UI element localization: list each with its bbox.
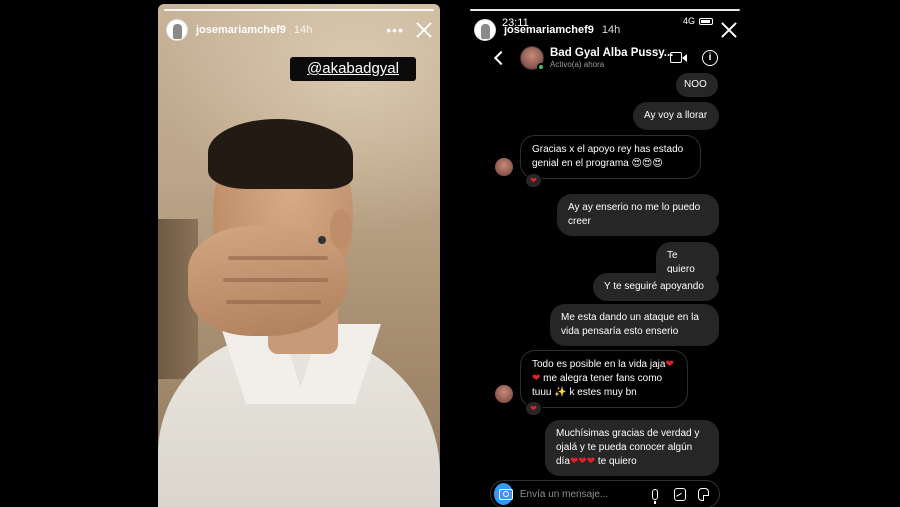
message-composer bbox=[490, 480, 720, 507]
gallery-icon[interactable] bbox=[674, 487, 686, 501]
message-text: Y te seguiré apoyando bbox=[604, 281, 704, 292]
message-text: Ay voy a llorar bbox=[644, 110, 708, 121]
chat-header: Bad Gyal Alba Pussy... Activo(a) ahora i bbox=[468, 40, 743, 76]
message-text: Gracias x el apoyo rey has estado genial… bbox=[532, 144, 684, 169]
status-bar-clock: 23:11 bbox=[502, 17, 529, 29]
heart-emoji: ❤❤❤ bbox=[569, 456, 596, 467]
message-bubble-sent[interactable]: Me esta dando un ataque en la vida pensa… bbox=[550, 304, 719, 346]
message-text: te quiero bbox=[595, 456, 637, 467]
video-call-icon[interactable] bbox=[670, 52, 682, 63]
chat-contact-status: Activo(a) ahora bbox=[550, 60, 605, 69]
message-bubble-sent[interactable]: NOO bbox=[676, 73, 718, 97]
close-icon[interactable] bbox=[416, 22, 432, 38]
chat-avatar[interactable] bbox=[520, 46, 545, 71]
online-status-dot bbox=[537, 63, 545, 71]
sender-avatar bbox=[495, 385, 513, 403]
sender-avatar bbox=[495, 158, 513, 176]
back-arrow-icon[interactable] bbox=[493, 50, 509, 66]
story-left: josemariamchef9 14h ••• @akabadgyal bbox=[158, 4, 440, 507]
microphone-icon[interactable] bbox=[651, 488, 659, 504]
person-ear bbox=[330, 209, 352, 249]
info-icon[interactable]: i bbox=[702, 50, 718, 66]
message-input[interactable] bbox=[519, 488, 652, 500]
story-header: josemariamchef9 14h ••• bbox=[166, 16, 432, 44]
message-bubble-sent[interactable]: Muchísimas gracias de verdad y ojalá y t… bbox=[545, 420, 719, 476]
camera-icon[interactable] bbox=[494, 483, 513, 505]
heart-reaction-icon[interactable]: ❤ bbox=[525, 401, 542, 416]
mention-sticker[interactable]: @akabadgyal bbox=[290, 57, 416, 81]
person-hair bbox=[208, 119, 353, 189]
message-text: NOO bbox=[684, 79, 707, 90]
finger-line bbox=[223, 278, 328, 282]
message-bubble-sent[interactable]: Y te seguiré apoyando bbox=[593, 273, 719, 301]
status-bar-indicators: 4G bbox=[683, 16, 713, 26]
person-shirt bbox=[158, 334, 440, 507]
message-bubble-sent[interactable]: Ay voy a llorar bbox=[633, 102, 719, 130]
close-icon[interactable] bbox=[721, 22, 737, 38]
avatar[interactable] bbox=[474, 19, 496, 41]
story-time: 14h bbox=[293, 24, 313, 36]
network-label: 4G bbox=[682, 16, 695, 26]
heart-reaction-icon[interactable]: ❤ bbox=[525, 173, 542, 188]
avatar[interactable] bbox=[166, 19, 188, 41]
message-bubble-sent[interactable]: Ay ay enserio no me lo puedo creer bbox=[557, 194, 719, 236]
message-text: Todo es posible en la vida jaja bbox=[532, 359, 666, 370]
message-text: Ay ay enserio no me lo puedo creer bbox=[568, 202, 701, 227]
message-text: me alegra tener fans como tuuu ✨ k estes… bbox=[532, 373, 663, 398]
finger-line bbox=[226, 300, 321, 304]
story-username[interactable]: josemariamchef9 bbox=[196, 24, 286, 36]
battery-icon bbox=[699, 17, 713, 25]
sticker-icon[interactable] bbox=[697, 487, 710, 501]
story-time: 14h bbox=[601, 24, 621, 36]
chat-contact-name[interactable]: Bad Gyal Alba Pussy... bbox=[550, 47, 673, 59]
more-options-icon[interactable]: ••• bbox=[386, 22, 404, 38]
message-bubble-received[interactable]: Todo es posible en la vida jaja❤❤ me ale… bbox=[520, 350, 688, 408]
finger-line bbox=[228, 256, 328, 260]
ring bbox=[318, 236, 326, 244]
message-text: Me esta dando un ataque en la vida pensa… bbox=[561, 312, 699, 337]
story-right: josemariamchef9 14h 23:11 4G Bad Gyal Al… bbox=[468, 4, 743, 507]
story-progress-bar bbox=[164, 9, 434, 11]
story-progress-bar bbox=[470, 9, 740, 11]
message-text: Te quiero bbox=[667, 250, 695, 275]
message-bubble-received[interactable]: Gracias x el apoyo rey has estado genial… bbox=[520, 135, 701, 179]
